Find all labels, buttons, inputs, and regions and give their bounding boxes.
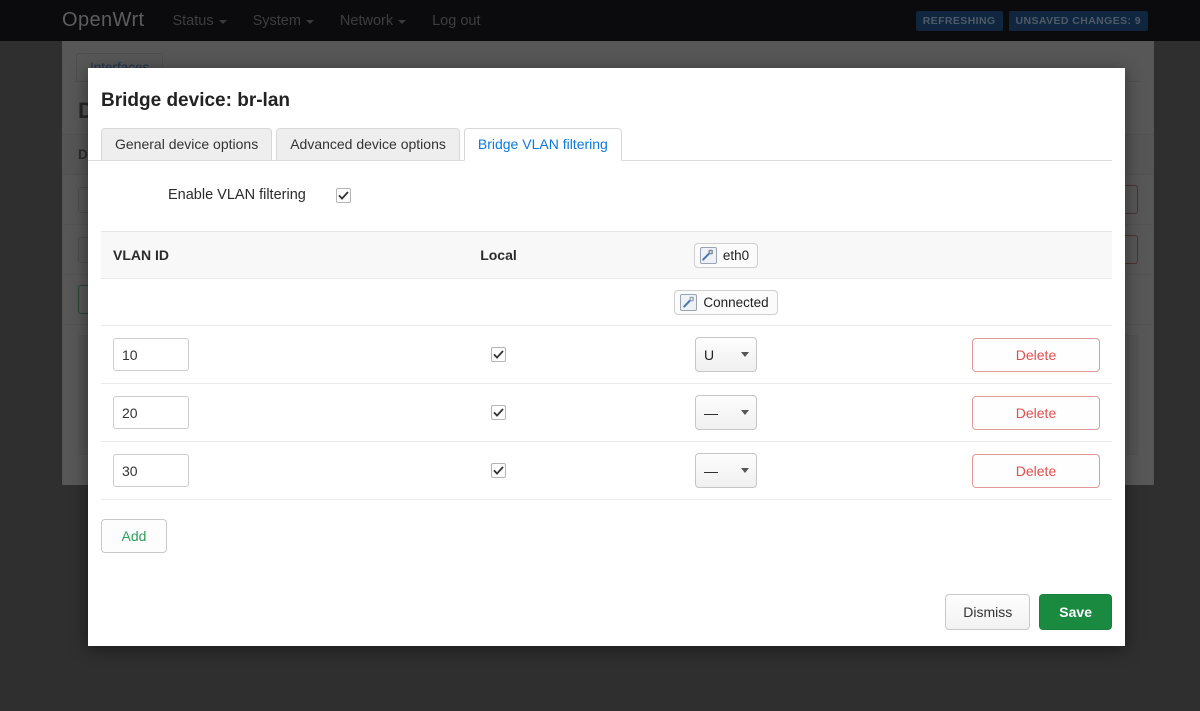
table-row: — Delete — [101, 442, 1112, 500]
enable-vlan-filtering-checkbox[interactable] — [335, 187, 351, 203]
add-vlan-button[interactable]: Add — [101, 519, 167, 553]
chevron-down-icon — [398, 19, 407, 24]
checkmark-icon — [493, 408, 504, 417]
delete-button[interactable]: Delete — [972, 395, 1100, 430]
local-checkbox[interactable] — [491, 463, 506, 478]
ethernet-port-icon — [699, 246, 717, 264]
port-status-chip-connected[interactable]: Connected — [674, 289, 778, 315]
row-actions-cell: Delete — [846, 395, 1112, 430]
nav-item-system-label: System — [252, 12, 301, 29]
dismiss-button[interactable]: Dismiss — [945, 594, 1031, 630]
vlan-table-header-row: VLAN ID Local eth0 — [101, 232, 1112, 279]
delete-button[interactable]: Delete — [972, 337, 1100, 372]
enable-vlan-filtering-row: Enable VLAN filtering — [88, 161, 1125, 231]
port-state-cell: U — [606, 337, 846, 372]
table-row: U Delete — [101, 326, 1112, 384]
nav-item-status-label: Status — [172, 12, 214, 29]
port-status-cell: Connected — [606, 289, 846, 315]
save-button[interactable]: Save — [1039, 594, 1112, 630]
port-state-cell: — — [606, 395, 846, 430]
chevron-down-icon — [741, 410, 749, 415]
modal-footer: Dismiss Save — [945, 594, 1112, 630]
local-checkbox[interactable] — [491, 347, 506, 362]
local-checkbox[interactable] — [491, 405, 506, 420]
vlan-id-input[interactable] — [113, 454, 189, 487]
local-cell — [391, 347, 606, 362]
port-chip-eth0-label: eth0 — [722, 247, 750, 263]
chevron-down-icon — [218, 19, 227, 24]
column-header-local: Local — [480, 247, 517, 263]
vlan-table: VLAN ID Local eth0 Connected 10 U Delete… — [101, 231, 1112, 500]
nav-item-logout-label: Log out — [432, 12, 481, 29]
brand-logo: OpenWrt — [62, 9, 145, 31]
column-header-port: eth0 — [606, 242, 846, 268]
port-state-value: U — [704, 346, 715, 363]
port-state-select[interactable]: — — [695, 395, 757, 430]
vlan-id-input[interactable] — [113, 396, 189, 429]
nav-item-network[interactable]: Network — [339, 12, 407, 29]
checkmark-icon — [493, 350, 504, 359]
modal-title: Bridge device: br-lan — [101, 90, 290, 111]
port-state-value: — — [704, 404, 718, 421]
nav-item-status[interactable]: Status — [172, 12, 227, 29]
row-actions-cell: Delete — [846, 453, 1112, 488]
ethernet-connected-icon — [680, 293, 698, 311]
column-header-vlan-id: VLAN ID — [113, 247, 169, 263]
status-badge-unsaved-changes[interactable]: UNSAVED CHANGES: 9 — [1008, 10, 1148, 31]
chevron-down-icon — [741, 468, 749, 473]
enable-vlan-filtering-label: Enable VLAN filtering — [168, 187, 306, 203]
checkmark-icon — [338, 190, 349, 200]
table-row: — Delete — [101, 384, 1112, 442]
checkmark-icon — [493, 466, 504, 475]
vlan-id-cell — [101, 396, 391, 429]
port-state-select[interactable]: — — [695, 453, 757, 488]
tab-bridge-vlan-filtering[interactable]: Bridge VLAN filtering — [463, 128, 622, 161]
ethernet-plug-glyph — [683, 296, 694, 308]
tab-general-device-options[interactable]: General device options — [101, 128, 273, 161]
bridge-device-modal: Bridge device: br-lan General device opt… — [88, 68, 1125, 646]
delete-button[interactable]: Delete — [972, 453, 1100, 488]
chevron-down-icon — [741, 352, 749, 357]
ethernet-plug-glyph — [702, 249, 714, 261]
vlan-id-cell — [101, 454, 391, 487]
port-status-label: Connected — [703, 294, 769, 310]
port-state-cell: — — [606, 453, 846, 488]
port-state-value: — — [704, 462, 718, 479]
status-badge-refreshing[interactable]: REFRESHING — [915, 10, 1003, 31]
local-cell — [391, 463, 606, 478]
nav-item-logout[interactable]: Log out — [432, 13, 480, 29]
row-actions-cell: Delete — [846, 337, 1112, 372]
tab-advanced-device-options[interactable]: Advanced device options — [276, 128, 460, 161]
status-indicator-area: REFRESHING UNSAVED CHANGES: 9 — [915, 10, 1148, 31]
port-state-select[interactable]: U — [695, 337, 757, 372]
nav-item-network-label: Network — [339, 12, 394, 29]
local-cell — [391, 405, 606, 420]
vlan-table-port-status-row: Connected — [101, 279, 1112, 326]
vlan-id-cell — [101, 338, 391, 371]
chevron-down-icon — [305, 19, 314, 24]
top-navigation-bar: OpenWrt Status System Network Log out RE… — [0, 0, 1200, 41]
nav-item-system[interactable]: System — [253, 13, 314, 29]
modal-tab-strip: General device options Advanced device o… — [88, 112, 1112, 161]
port-chip-eth0[interactable]: eth0 — [693, 242, 759, 268]
vlan-id-input[interactable] — [113, 338, 189, 371]
